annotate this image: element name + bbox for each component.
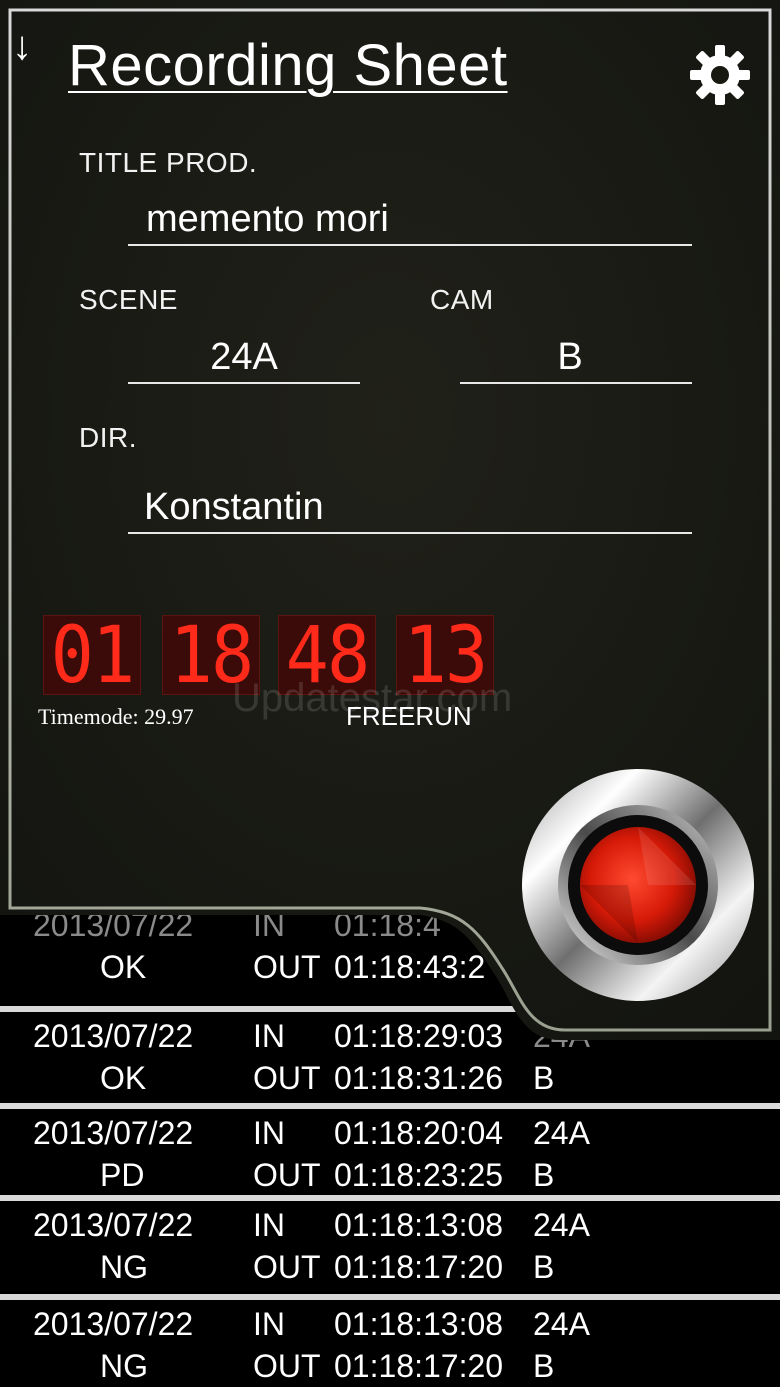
- scene-label: SCENE: [79, 284, 178, 315]
- row-divider: [0, 1103, 780, 1109]
- log-scene: 24A: [533, 1207, 590, 1243]
- log-in-time: 01:18:20:04: [334, 1115, 504, 1151]
- timemode-label: Timemode: 29.97: [38, 704, 194, 729]
- log-status: OK: [100, 1060, 147, 1096]
- page-title: Recording Sheet: [68, 33, 508, 98]
- log-in-label: IN: [253, 1115, 285, 1151]
- log-cam: B: [533, 1249, 555, 1285]
- row-divider: [0, 1195, 780, 1201]
- cam-field[interactable]: B: [460, 328, 692, 384]
- log-date: 2013/07/22: [33, 1207, 194, 1243]
- timecode-hours: 01: [43, 615, 141, 696]
- title-prod-field[interactable]: memento mori: [128, 190, 692, 246]
- log-out-time: 01:18:23:25: [334, 1157, 504, 1193]
- log-in-time: 01:18:13:08: [334, 1306, 504, 1342]
- dir-label: DIR.: [79, 422, 137, 453]
- scene-field[interactable]: 24A: [128, 328, 360, 384]
- scene-value: 24A: [210, 336, 278, 378]
- title-prod-value: memento mori: [146, 198, 389, 240]
- log-out-time: 01:18:31:26: [334, 1060, 504, 1096]
- row-divider: [0, 1294, 780, 1300]
- log-in-time: 01:18:13:08: [334, 1207, 504, 1243]
- log-out-label: OUT: [253, 1249, 321, 1285]
- log-scene: 24A: [533, 1115, 590, 1151]
- cam-value: B: [557, 336, 583, 378]
- log-out-label: OUT: [253, 1157, 321, 1193]
- log-out-label: OUT: [253, 1060, 321, 1096]
- log-in-label: IN: [253, 1207, 285, 1243]
- run-mode-label[interactable]: FREERUN: [346, 700, 472, 732]
- log-cam: B: [533, 1157, 555, 1193]
- title-prod-label: TITLE PROD.: [79, 147, 258, 178]
- dir-field[interactable]: Konstantin: [128, 478, 692, 534]
- log-scene: 24A: [533, 1306, 590, 1342]
- log-date: 2013/07/22: [33, 1306, 194, 1342]
- cam-label: CAM: [430, 284, 494, 315]
- log-cam: B: [533, 1348, 555, 1384]
- log-status: NG: [100, 1348, 148, 1384]
- log-row[interactable]: 2013/07/22 IN 01:18:20:04 24A PD OUT 01:…: [0, 1103, 780, 1201]
- log-out-time: 01:18:17:20: [334, 1348, 504, 1384]
- gear-icon[interactable]: [688, 43, 752, 107]
- log-in-label: IN: [253, 1306, 285, 1342]
- log-row[interactable]: 2013/07/22 IN 01:18:13:08 24A NG OUT 01:…: [0, 1294, 780, 1387]
- log-out-time: 01:18:17:20: [334, 1249, 504, 1285]
- log-cam: B: [533, 1060, 555, 1096]
- record-button[interactable]: [520, 767, 756, 1003]
- recording-sheet-panel: ↓ Recording Sheet TITLE PROD. memento mo…: [0, 0, 780, 1040]
- log-row[interactable]: 2013/07/22 IN 01:18:13:08 24A NG OUT 01:…: [0, 1195, 780, 1293]
- log-status: NG: [100, 1249, 148, 1285]
- log-status: PD: [100, 1157, 145, 1193]
- down-arrow-icon[interactable]: ↓: [12, 26, 32, 66]
- dir-value: Konstantin: [144, 486, 324, 528]
- log-out-label: OUT: [253, 1348, 321, 1384]
- log-date: 2013/07/22: [33, 1115, 194, 1151]
